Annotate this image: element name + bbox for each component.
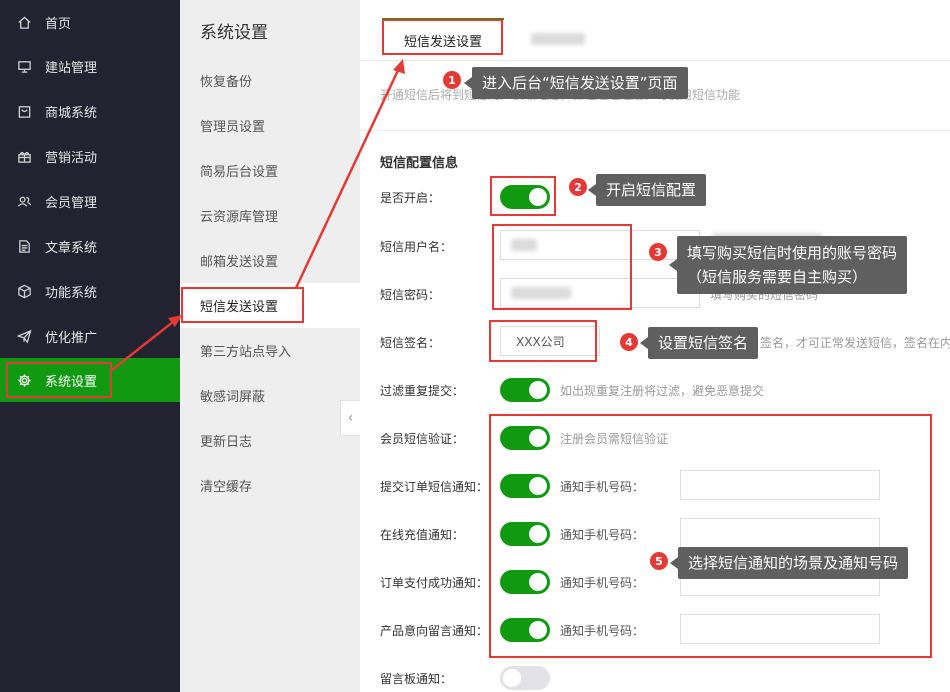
intent-phone-label: 通知手机号码： [560,624,645,638]
nav-item-label: 营销活动 [45,150,98,166]
pay-phone-label: 通知手机号码： [560,576,645,590]
filter-duplicate-toggle[interactable] [500,378,550,402]
section-title: 短信配置信息 [380,156,459,171]
member-verify-toggle[interactable] [500,426,550,450]
step-badge-1: 1 [443,71,461,89]
callout-step-4: 设置短信签名 [639,327,759,359]
pay-notify-label: 订单支付成功通知： [380,576,489,590]
submenu-item-simple-backend[interactable]: 简易后台设置 [180,148,360,193]
signature-hint: 签名，才可正常发送短信，签名在内 [760,336,950,350]
main-sidebar: 首页 建站管理 商城系统 营销活动 会员管理 文章系统 功能系统 优化推广 系统… [0,0,180,692]
nav-item-members[interactable]: 会员管理 [0,179,180,223]
submenu-item-admin-settings[interactable]: 管理员设置 [180,103,360,148]
order-phone-label: 通知手机号码： [560,480,645,494]
sms-enabled-toggle[interactable] [500,185,550,209]
tab-sms-settings[interactable]: 短信发送设置 [382,18,504,60]
order-phone-input[interactable] [680,470,880,500]
sms-username-input[interactable] [500,230,700,260]
member-verify-hint: 注册会员需短信验证 [560,432,669,446]
board-notify-label: 留言板通知： [380,672,453,686]
step-badge-3: 3 [649,243,667,261]
signature-label: 短信签名： [380,336,441,350]
filter-label: 过滤重复提交： [380,384,465,398]
nav-item-site-management[interactable]: 建站管理 [0,44,180,88]
nav-item-label: 会员管理 [45,195,98,211]
signature-value: XXX公司 [516,334,565,349]
submenu-item-restore-backup[interactable]: 恢复备份 [180,58,360,103]
submenu-title: 系统设置 [200,23,268,43]
password-label: 短信密码： [380,288,441,302]
nav-item-label: 系统设置 [45,374,98,390]
settings-submenu: 系统设置 恢复备份 管理员设置 简易后台设置 云资源库管理 邮箱发送设置 短信发… [180,0,360,692]
document-icon [14,236,34,256]
member-verify-label: 会员短信验证： [380,432,465,446]
shop-icon [14,101,34,121]
callout-step-3-line2: （短信服务需要自主购买） [687,268,868,286]
callout-step-3: 填写购买短信时使用的账号密码 （短信服务需要自主购买） [668,236,908,294]
recharge-notify-toggle[interactable] [500,522,550,546]
submenu-item-sms-settings[interactable]: 短信发送设置 [180,283,360,328]
submenu-item-cloud-resources[interactable]: 云资源库管理 [180,193,360,238]
tab-label: 短信发送设置 [403,34,482,50]
cube-icon [14,281,34,301]
gear-icon [14,370,34,390]
home-icon [14,12,34,32]
sms-password-input[interactable] [500,278,700,308]
tab-divider [360,60,950,61]
username-label: 短信用户名： [380,240,453,254]
gift-icon [14,146,34,166]
submenu-item-email-settings[interactable]: 邮箱发送设置 [180,238,360,283]
nav-item-label: 优化推广 [45,330,98,346]
enabled-label: 是否开启： [380,191,441,205]
nav-item-home[interactable]: 首页 [0,0,180,44]
filter-hint: 如出现重复注册将过滤，避免恶意提交 [560,384,765,398]
monitor-icon [14,56,34,76]
recharge-phone-input[interactable] [680,518,880,548]
step-badge-4: 4 [620,333,638,351]
submenu-item-clear-cache[interactable]: 清空缓存 [180,463,360,508]
step-badge-5: 5 [650,552,668,570]
board-notify-toggle[interactable] [500,666,550,690]
callout-step-3-line1: 填写购买短信时使用的账号密码 [687,244,898,262]
blurred-text [511,239,537,251]
nav-item-shop[interactable]: 商城系统 [0,89,180,133]
tab-blurred[interactable] [530,18,586,60]
nav-item-label: 功能系统 [45,285,98,301]
blurred-text [511,287,571,299]
recharge-notify-label: 在线充值通知： [380,528,465,542]
nav-item-marketing[interactable]: 营销活动 [0,134,180,178]
nav-item-label: 首页 [45,16,72,32]
callout-step-1: 进入后台“短信发送设置”页面 [464,67,688,99]
nav-item-label: 文章系统 [45,240,98,256]
submenu-item-changelog[interactable]: 更新日志 [180,418,360,463]
intent-phone-input[interactable] [680,614,880,644]
recharge-phone-label: 通知手机号码： [560,528,645,542]
paper-plane-icon [14,326,34,346]
nav-item-system-settings[interactable]: 系统设置 [0,358,180,402]
nav-item-label: 建站管理 [45,60,98,76]
order-notify-label: 提交订单短信通知： [380,480,489,494]
intent-notify-label: 产品意向留言通知： [380,624,489,638]
users-icon [14,191,34,211]
blurred-text [531,33,585,45]
submenu-item-sensitive-words[interactable]: 敏感词屏蔽 [180,373,360,418]
intent-notify-toggle[interactable] [500,618,550,642]
nav-item-functions[interactable]: 功能系统 [0,269,180,313]
pay-notify-toggle[interactable] [500,570,550,594]
chevron-left-icon: ‹ [347,410,354,426]
nav-item-label: 商城系统 [45,105,98,121]
order-notify-toggle[interactable] [500,474,550,498]
section-divider [360,130,950,131]
nav-item-articles[interactable]: 文章系统 [0,224,180,268]
callout-step-5: 选择短信通知的场景及通知号码 [669,547,909,579]
nav-item-promotion[interactable]: 优化推广 [0,314,180,358]
step-badge-2: 2 [569,178,587,196]
callout-step-2: 开启短信配置 [587,174,707,206]
sms-signature-input[interactable]: XXX公司 [500,326,600,356]
submenu-item-third-party-import[interactable]: 第三方站点导入 [180,328,360,373]
collapse-submenu-button[interactable]: ‹ [340,400,360,436]
